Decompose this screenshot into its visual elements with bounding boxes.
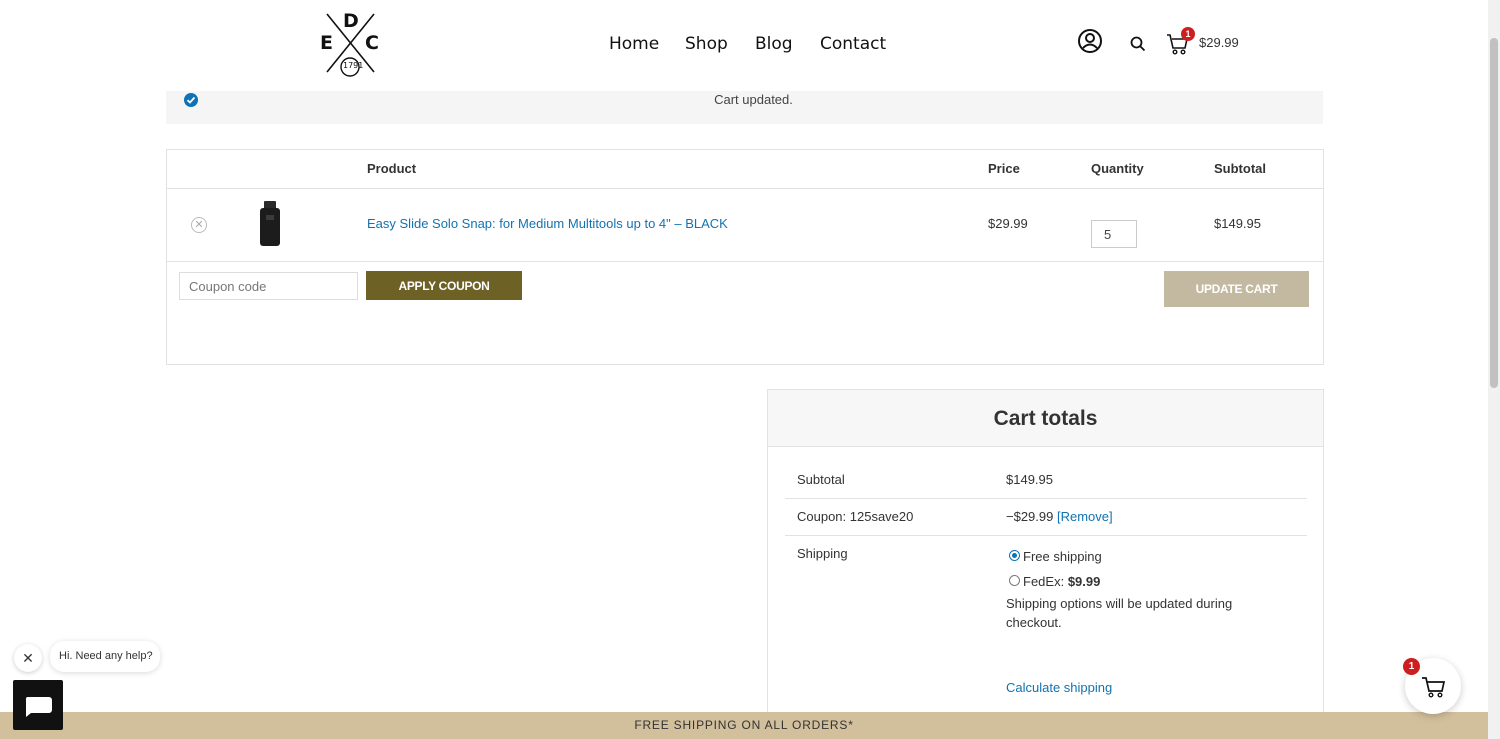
cart-item-row: ✕ Easy Slide Solo Snap: for Medium Multi…: [167, 189, 1323, 262]
totals-subtotal-label: Subtotal: [797, 472, 845, 487]
chat-greeting-bubble[interactable]: Hi. Need any help?: [50, 641, 160, 672]
totals-subtotal-row: Subtotal $149.95: [785, 462, 1307, 499]
site-header: D E C 1791 Home Shop Blog Contact 1 $29.…: [0, 0, 1488, 88]
product-link[interactable]: Easy Slide Solo Snap: for Medium Multito…: [367, 216, 728, 231]
cart-table-header: Product Price Quantity Subtotal: [167, 150, 1323, 189]
totals-coupon-row: Coupon: 125save20 −$29.99 [Remove]: [785, 499, 1307, 536]
nav-blog[interactable]: Blog: [755, 34, 793, 54]
cart-count-badge: 1: [1181, 27, 1195, 41]
site-logo[interactable]: D E C 1791: [318, 10, 382, 78]
chat-close-icon[interactable]: ✕: [14, 644, 42, 672]
nav-home[interactable]: Home: [609, 34, 659, 54]
shipping-note-line-2: checkout.: [1006, 615, 1062, 630]
cart-totals: Cart totals Subtotal $149.95 Coupon: 125…: [767, 389, 1324, 719]
header-subtotal: Subtotal: [1214, 161, 1266, 176]
coupon-discount: −$29.99: [1006, 509, 1054, 524]
fedex-option[interactable]: FedEx: $9.99: [1023, 574, 1100, 589]
logo-letter-d: D: [343, 10, 359, 32]
shipping-label: Shipping: [797, 546, 848, 561]
header-product: Product: [367, 161, 417, 176]
cart-table: Product Price Quantity Subtotal ✕ Easy S…: [166, 149, 1324, 365]
nav-shop[interactable]: Shop: [685, 34, 728, 54]
product-thumbnail[interactable]: [257, 201, 283, 247]
item-price: $29.99: [988, 216, 1028, 231]
notice-text: Cart updated.: [714, 92, 793, 107]
free-shipping-label[interactable]: Free shipping: [1023, 549, 1102, 564]
free-shipping-banner: FREE SHIPPING ON ALL ORDERS*: [0, 712, 1488, 739]
fedex-price: $9.99: [1067, 574, 1101, 589]
update-cart-button[interactable]: UPDATE CART: [1164, 271, 1309, 307]
apply-coupon-button[interactable]: APPLY COUPON: [366, 271, 522, 300]
cart-totals-title: Cart totals: [993, 407, 1098, 430]
logo-letter-e: E: [320, 32, 333, 54]
coupon-value: −$29.99 [Remove]: [1006, 509, 1113, 524]
totals-shipping-row: Shipping Free shipping FedEx: $9.99 Ship…: [785, 536, 1307, 720]
nav-contact[interactable]: Contact: [820, 34, 886, 54]
floating-cart-badge: 1: [1403, 658, 1420, 675]
page-scrollbar[interactable]: [1488, 0, 1500, 739]
remove-coupon-link[interactable]: [Remove]: [1057, 509, 1113, 524]
header-cart-total[interactable]: $29.99: [1199, 35, 1239, 50]
cart-totals-header: Cart totals: [768, 390, 1323, 447]
free-shipping-radio[interactable]: [1009, 550, 1020, 561]
chat-icon: [25, 697, 52, 717]
scrollbar-thumb[interactable]: [1490, 38, 1498, 388]
search-icon[interactable]: [1130, 36, 1146, 52]
remove-item-icon[interactable]: ✕: [191, 217, 207, 233]
totals-subtotal-value: $149.95: [1006, 472, 1053, 487]
account-icon[interactable]: [1077, 28, 1103, 54]
chat-launcher-button[interactable]: [13, 680, 63, 730]
header-price: Price: [988, 161, 1020, 176]
logo-year: 1791: [343, 61, 364, 70]
shipping-note-line-1: Shipping options will be updated during: [1006, 596, 1233, 611]
header-quantity: Quantity: [1091, 161, 1144, 176]
item-subtotal: $149.95: [1214, 216, 1261, 231]
quantity-input[interactable]: [1091, 220, 1137, 248]
coupon-code-input[interactable]: [179, 272, 358, 300]
calculate-shipping-link[interactable]: Calculate shipping: [1006, 680, 1112, 695]
logo-letter-c: C: [365, 32, 379, 54]
cart-updated-notice: Cart updated.: [166, 91, 1323, 124]
fedex-label: FedEx:: [1023, 574, 1065, 589]
coupon-label: Coupon: 125save20: [797, 509, 914, 524]
fedex-radio[interactable]: [1009, 575, 1020, 586]
